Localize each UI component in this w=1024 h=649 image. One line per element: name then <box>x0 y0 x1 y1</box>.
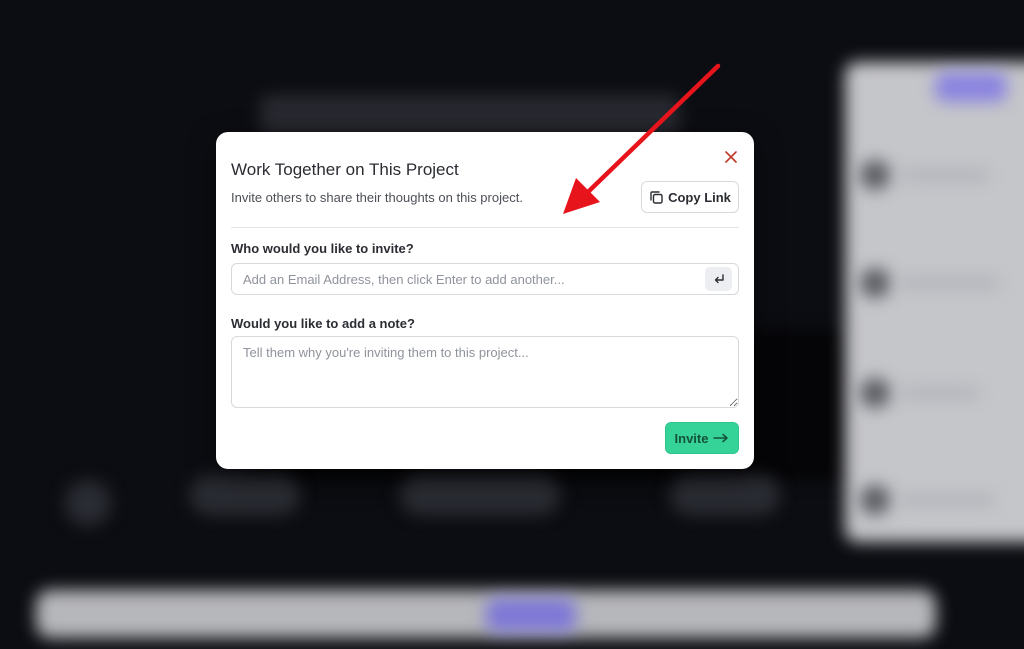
invite-button-label: Invite <box>674 430 709 446</box>
background-pill <box>400 475 560 515</box>
background-avatar <box>860 268 890 298</box>
modal-subtitle: Invite others to share their thoughts on… <box>231 190 523 205</box>
invite-modal: Work Together on This Project Invite oth… <box>216 132 754 469</box>
background-bottom-button <box>486 598 576 632</box>
background-comments-panel <box>845 62 1024 542</box>
modal-title: Work Together on This Project <box>231 160 459 179</box>
background-avatar <box>860 160 890 190</box>
background-circle <box>65 480 111 526</box>
background-avatar <box>860 485 890 515</box>
header-divider <box>231 227 739 228</box>
enter-icon <box>714 274 724 284</box>
background-avatar <box>860 378 890 408</box>
background-text-line <box>900 278 1000 288</box>
background-text-line <box>900 388 980 398</box>
copy-link-button[interactable]: Copy Link <box>641 181 739 213</box>
note-label: Would you like to add a note? <box>231 316 415 331</box>
copy-link-label: Copy Link <box>668 189 731 205</box>
background-heading <box>260 95 680 135</box>
background-text-line <box>900 495 995 505</box>
invite-button[interactable]: Invite <box>665 422 739 454</box>
background-text-line <box>900 170 990 180</box>
close-icon <box>725 151 737 163</box>
close-button[interactable] <box>721 147 741 167</box>
arrow-right-icon <box>713 433 729 443</box>
email-input[interactable] <box>231 263 739 295</box>
enter-button[interactable] <box>705 267 732 291</box>
invite-label: Who would you like to invite? <box>231 241 414 256</box>
copy-icon <box>650 190 663 204</box>
note-textarea[interactable] <box>231 336 739 408</box>
background-pill <box>670 475 780 515</box>
background-panel-button <box>935 72 1007 102</box>
background-pill <box>190 475 300 515</box>
